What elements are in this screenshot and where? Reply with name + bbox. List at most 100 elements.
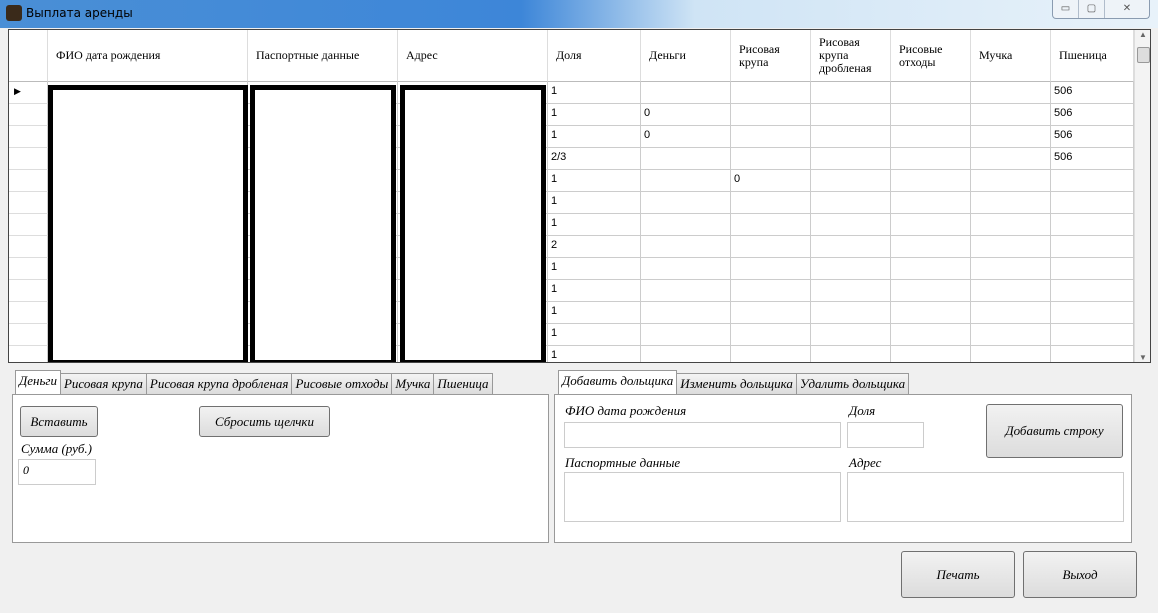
grid-cell[interactable] [731, 280, 811, 302]
grid-cell[interactable] [971, 302, 1051, 324]
column-header[interactable]: Паспортные данные [248, 30, 398, 82]
grid-cell[interactable] [811, 192, 891, 214]
grid-cell[interactable] [891, 126, 971, 148]
grid-cell[interactable] [811, 104, 891, 126]
reset-clicks-button[interactable]: Сбросить щелчки [199, 406, 330, 437]
grid-cell[interactable] [971, 104, 1051, 126]
grid-cell[interactable] [731, 346, 811, 362]
grid-cell[interactable] [891, 192, 971, 214]
grid-cell[interactable] [641, 214, 731, 236]
grid-cell[interactable] [641, 324, 731, 346]
grid-cell[interactable] [891, 346, 971, 362]
column-header[interactable]: Адрес [398, 30, 548, 82]
tab[interactable]: Добавить дольщика [558, 370, 678, 394]
grid-cell[interactable]: 506 [1051, 148, 1134, 170]
grid-cell[interactable] [891, 236, 971, 258]
vertical-scrollbar[interactable]: ▲ ▼ [1134, 30, 1150, 362]
grid-cell[interactable] [641, 346, 731, 362]
column-header[interactable]: ФИО дата рождения [48, 30, 248, 82]
tab[interactable]: Пшеница [433, 373, 493, 394]
row-header[interactable] [9, 280, 48, 302]
grid-cell[interactable]: 1 [548, 126, 641, 148]
maximize-button[interactable]: ▢ [1079, 0, 1105, 18]
grid-cell[interactable] [971, 126, 1051, 148]
grid-cell[interactable]: 1 [548, 302, 641, 324]
print-button[interactable]: Печать [901, 551, 1015, 598]
close-button[interactable]: ✕ [1105, 0, 1149, 18]
grid-cell[interactable] [971, 82, 1051, 104]
grid-cell[interactable] [971, 258, 1051, 280]
grid-cell[interactable] [731, 214, 811, 236]
grid-cell[interactable]: 0 [641, 104, 731, 126]
exit-button[interactable]: Выход [1023, 551, 1137, 598]
grid-cell[interactable] [811, 126, 891, 148]
grid-cell[interactable] [891, 214, 971, 236]
grid-cell[interactable] [641, 302, 731, 324]
grid-cell[interactable] [971, 148, 1051, 170]
grid-cell[interactable] [971, 280, 1051, 302]
grid-cell[interactable]: 506 [1051, 82, 1134, 104]
grid-cell[interactable] [891, 82, 971, 104]
insert-button[interactable]: Вставить [20, 406, 98, 437]
grid-cell[interactable] [641, 258, 731, 280]
grid-cell[interactable] [811, 148, 891, 170]
tab[interactable]: Деньги [15, 370, 61, 394]
passport-input[interactable] [564, 472, 841, 522]
column-header[interactable]: Рисовая крупа [731, 30, 811, 82]
grid-cell[interactable] [811, 346, 891, 362]
grid-cell[interactable] [1051, 236, 1134, 258]
share-input[interactable] [847, 422, 924, 448]
grid-cell[interactable] [641, 280, 731, 302]
fio-input[interactable] [564, 422, 841, 448]
grid-cell[interactable]: 1 [548, 214, 641, 236]
tab[interactable]: Мучка [391, 373, 435, 394]
grid-cell[interactable]: 506 [1051, 104, 1134, 126]
minimize-button[interactable]: ▭ [1053, 0, 1079, 18]
row-header[interactable] [9, 148, 48, 170]
row-header[interactable] [9, 192, 48, 214]
column-header[interactable]: Рисовые отходы [891, 30, 971, 82]
row-header[interactable] [9, 170, 48, 192]
grid-cell[interactable] [731, 192, 811, 214]
tab[interactable]: Рисовая крупа [59, 373, 147, 394]
grid-cell[interactable] [731, 126, 811, 148]
grid-cell[interactable] [891, 148, 971, 170]
grid-cell[interactable] [641, 148, 731, 170]
grid-cell[interactable] [731, 236, 811, 258]
tab[interactable]: Изменить дольщика [676, 373, 797, 394]
grid-cell[interactable]: 0 [731, 170, 811, 192]
grid-cell[interactable] [971, 236, 1051, 258]
grid-cell[interactable]: 1 [548, 82, 641, 104]
add-row-button[interactable]: Добавить строку [986, 404, 1123, 458]
grid-cell[interactable] [1051, 302, 1134, 324]
grid-cell[interactable]: 2 [548, 236, 641, 258]
grid-cell[interactable] [731, 302, 811, 324]
column-header[interactable]: Деньги [641, 30, 731, 82]
grid-cell[interactable] [971, 192, 1051, 214]
grid-cell[interactable] [971, 170, 1051, 192]
scroll-thumb[interactable] [1137, 47, 1150, 63]
data-grid[interactable]: ФИО дата рождения Паспортные данные Адрес Д… [8, 29, 1151, 363]
address-input[interactable] [847, 472, 1124, 522]
grid-cell[interactable] [1051, 192, 1134, 214]
grid-cell[interactable]: 0 [641, 126, 731, 148]
grid-cell[interactable] [891, 258, 971, 280]
grid-cell[interactable] [891, 324, 971, 346]
grid-cell[interactable] [641, 170, 731, 192]
grid-cell[interactable] [731, 258, 811, 280]
grid-cell[interactable] [971, 324, 1051, 346]
grid-cell[interactable] [811, 214, 891, 236]
grid-cell[interactable] [891, 104, 971, 126]
grid-cell[interactable] [971, 214, 1051, 236]
grid-cell[interactable] [1051, 280, 1134, 302]
grid-cell[interactable] [891, 302, 971, 324]
grid-cell[interactable] [1051, 170, 1134, 192]
grid-cell[interactable] [1051, 214, 1134, 236]
row-header[interactable]: ▶ [9, 82, 48, 104]
row-header[interactable] [9, 258, 48, 280]
grid-cell[interactable]: 1 [548, 104, 641, 126]
grid-cell[interactable]: 1 [548, 170, 641, 192]
grid-cell[interactable] [731, 104, 811, 126]
grid-cell[interactable] [1051, 324, 1134, 346]
tab[interactable]: Удалить дольщика [795, 373, 910, 394]
